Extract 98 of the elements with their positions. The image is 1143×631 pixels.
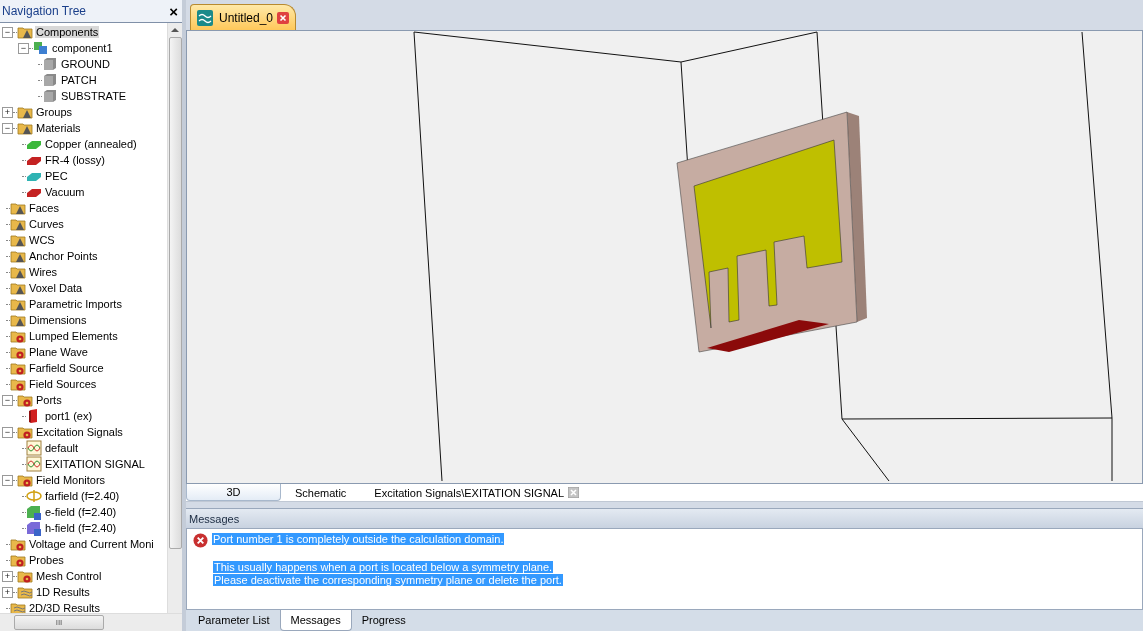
farfield-icon xyxy=(26,488,42,504)
tree-item[interactable]: Wires xyxy=(28,266,59,278)
folder-warning-icon xyxy=(10,232,26,248)
tree-item[interactable]: Voxel Data xyxy=(28,282,84,294)
panel-title: Navigation Tree xyxy=(2,4,87,18)
tree-item[interactable]: 1D Results xyxy=(35,586,91,598)
folder-warning-icon xyxy=(10,264,26,280)
folder-gear-icon xyxy=(10,552,26,568)
tree-item[interactable]: default xyxy=(44,442,80,454)
tree-item[interactable]: Farfield Source xyxy=(28,362,105,374)
folder-stack-icon xyxy=(10,600,26,613)
cube-icon xyxy=(42,56,58,72)
panel-tab[interactable]: Parameter List xyxy=(188,610,280,630)
tree-item[interactable]: Groups xyxy=(35,106,74,118)
tree-item[interactable]: PATCH xyxy=(60,74,98,86)
view-tab[interactable]: Schematic xyxy=(281,484,361,501)
3d-viewport[interactable] xyxy=(186,31,1143,484)
folder-gear-icon xyxy=(10,536,26,552)
tree-item[interactable]: e-field (f=2.40) xyxy=(44,506,118,518)
tree-item[interactable]: component1 xyxy=(51,42,114,54)
document-tab[interactable]: Untitled_0 xyxy=(190,4,297,30)
folder-warning-icon xyxy=(17,24,33,40)
folder-gear-icon xyxy=(17,392,33,408)
e-field-cube-icon xyxy=(26,504,42,520)
panel-tab[interactable]: Messages xyxy=(279,610,352,631)
cube-icon xyxy=(42,72,58,88)
wave-icon xyxy=(197,9,213,26)
horizontal-scrollbar[interactable]: III xyxy=(0,613,182,631)
tree-item[interactable]: Probes xyxy=(28,554,65,566)
close-icon[interactable] xyxy=(277,11,290,24)
tree-item[interactable]: WCS xyxy=(28,234,56,246)
folder-warning-icon xyxy=(10,280,26,296)
cube-icon xyxy=(42,88,58,104)
tree-item[interactable]: 2D/3D Results xyxy=(28,602,101,613)
folder-gear-icon xyxy=(10,360,26,376)
vertical-scrollbar[interactable] xyxy=(167,23,182,613)
tree-item[interactable]: Excitation Signals xyxy=(35,426,124,438)
message-text: Port number 1 is completely outside the calculation domain. xyxy=(212,533,505,545)
tree-item[interactable]: Field Monitors xyxy=(35,474,107,486)
expander-toggle[interactable]: − xyxy=(2,122,13,134)
tree-item[interactable]: Mesh Control xyxy=(35,570,103,582)
folder-warning-icon xyxy=(10,200,26,216)
folder-warning-icon xyxy=(10,216,26,232)
expander-toggle[interactable]: − xyxy=(2,394,13,406)
tree-item[interactable]: Lumped Elements xyxy=(28,330,119,342)
tree-item[interactable]: FR-4 (lossy) xyxy=(44,154,106,166)
close-button[interactable]: × xyxy=(169,2,178,20)
view-tab[interactable]: 3D xyxy=(186,484,281,501)
tree-item[interactable]: GROUND xyxy=(60,58,111,70)
tree-item[interactable]: Copper (annealed) xyxy=(44,138,138,150)
tree-item[interactable]: h-field (f=2.40) xyxy=(44,522,118,534)
folder-gear-icon xyxy=(10,344,26,360)
panel-title: Messages xyxy=(189,512,240,525)
folder-gear-icon xyxy=(17,424,33,440)
signal-wave-icon xyxy=(26,456,42,472)
tree-item[interactable]: Ports xyxy=(35,394,63,406)
folder-warning-icon xyxy=(10,248,26,264)
tree-item[interactable]: SUBSTRATE xyxy=(60,90,128,102)
tree-item[interactable]: Vacuum xyxy=(44,186,86,198)
cubes-icon xyxy=(33,40,49,56)
expander-toggle[interactable]: − xyxy=(2,426,13,438)
view-tab[interactable]: Excitation Signals\EXITATION SIGNAL xyxy=(360,484,594,501)
folder-stack-icon xyxy=(17,584,33,600)
folder-warning-icon xyxy=(17,120,33,136)
tree-item[interactable]: port1 (ex) xyxy=(44,410,94,422)
expander-toggle[interactable]: + xyxy=(2,106,13,118)
message-text: Please deactivate the corresponding symmetry plane or delete the port. xyxy=(213,574,563,586)
message-text: This usually happens when a port is located below a symmetry plane. xyxy=(213,561,554,573)
expander-toggle[interactable]: + xyxy=(2,570,13,582)
close-icon[interactable] xyxy=(568,487,580,498)
tree-item[interactable]: Parametric Imports xyxy=(28,298,123,310)
tree-item[interactable]: Plane Wave xyxy=(28,346,89,358)
tree-item[interactable]: EXITATION SIGNAL xyxy=(44,458,146,470)
expander-toggle[interactable]: − xyxy=(2,474,13,486)
tree-item[interactable]: Materials xyxy=(35,122,82,134)
signal-wave-icon xyxy=(26,440,42,456)
folder-warning-icon xyxy=(10,312,26,328)
tree-item[interactable]: Voltage and Current Moni xyxy=(28,538,155,550)
tree-item[interactable]: Curves xyxy=(28,218,65,230)
tree-item[interactable]: Dimensions xyxy=(28,314,88,326)
tree-item[interactable]: farfield (f=2.40) xyxy=(44,490,121,502)
folder-warning-icon xyxy=(10,296,26,312)
tree-item[interactable]: Field Sources xyxy=(28,378,98,390)
expander-toggle[interactable]: − xyxy=(18,42,29,54)
h-field-cube-icon xyxy=(26,520,42,536)
panel-tab[interactable]: Progress xyxy=(351,610,416,630)
expander-toggle[interactable]: − xyxy=(2,26,13,38)
tree-item[interactable]: PEC xyxy=(44,170,69,182)
folder-gear-icon xyxy=(10,328,26,344)
tree-item[interactable]: Faces xyxy=(28,202,60,214)
tree-item[interactable]: Components xyxy=(35,26,100,38)
folder-gear-icon xyxy=(10,376,26,392)
folder-gear-icon xyxy=(17,568,33,584)
folder-warning-icon xyxy=(17,104,33,120)
folder-gear-icon xyxy=(17,472,33,488)
error-icon xyxy=(193,533,208,548)
expander-toggle[interactable]: + xyxy=(2,586,13,598)
tree-item[interactable]: Anchor Points xyxy=(28,250,99,262)
